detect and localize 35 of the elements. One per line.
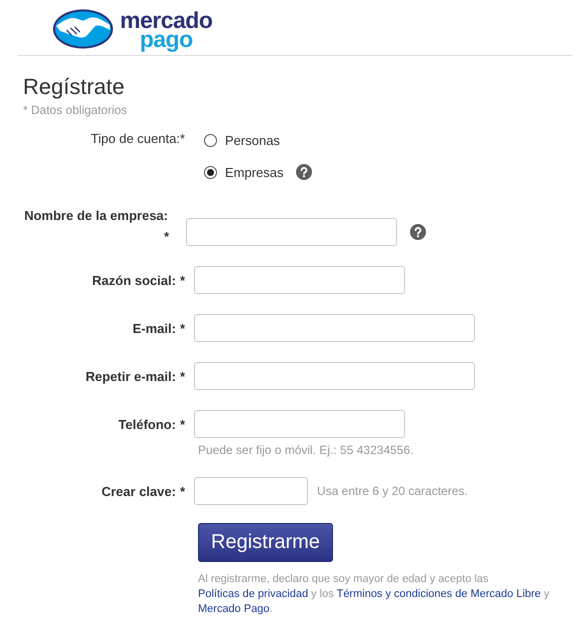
field-label: E-mail: bbox=[132, 321, 176, 336]
required-mark: * bbox=[180, 369, 185, 384]
required-mark: * bbox=[180, 484, 185, 499]
input-field[interactable] bbox=[194, 314, 475, 342]
radio-button[interactable] bbox=[204, 134, 217, 147]
radio-label[interactable]: Empresas bbox=[225, 164, 284, 180]
register-button[interactable]: Registrarme bbox=[198, 523, 333, 562]
input-field[interactable] bbox=[186, 218, 397, 246]
field-label: Crear clave: bbox=[101, 484, 176, 499]
hint-text: Puede ser fijo o móvil. Ej.: 55 43234556. bbox=[197, 443, 414, 457]
input-field[interactable] bbox=[194, 266, 405, 294]
radio-label[interactable]: Personas bbox=[225, 133, 280, 148]
page-title: Regístrate bbox=[23, 74, 126, 100]
required-note: * Datos obligatorios bbox=[23, 103, 128, 117]
input-field[interactable] bbox=[194, 477, 308, 505]
field-label: Razón social: bbox=[92, 273, 176, 288]
required-mark: * bbox=[180, 273, 185, 288]
link[interactable]: Términos y condiciones de Mercado Libre bbox=[336, 588, 541, 600]
required-mark: * bbox=[162, 229, 170, 244]
link[interactable]: Políticas de privacidad bbox=[198, 588, 308, 600]
field-label: Repetir e-mail: bbox=[86, 369, 176, 384]
field-label: Tipo de cuenta:* bbox=[90, 131, 186, 148]
input-field[interactable] bbox=[194, 362, 475, 390]
input-field[interactable] bbox=[194, 410, 405, 438]
legal-text: Al registrarme, declaro que soy mayor de edad y acepto las Políticas de privacidad y los Términos y condiciones de Mercado Libre y Mercado Pago. bbox=[198, 572, 550, 617]
field-label: Teléfono: bbox=[118, 417, 176, 432]
link[interactable]: Mercado Pago bbox=[198, 603, 270, 615]
help-icon[interactable] bbox=[410, 224, 426, 240]
hint-text: Usa entre 6 y 20 caracteres. bbox=[317, 484, 468, 498]
required-mark: * bbox=[180, 417, 185, 432]
radio-button[interactable] bbox=[204, 166, 217, 178]
handshake-icon bbox=[52, 8, 114, 50]
help-icon[interactable] bbox=[296, 164, 312, 180]
field-label: Nombre de la empresa: bbox=[24, 208, 168, 223]
required-mark: * bbox=[180, 321, 185, 336]
